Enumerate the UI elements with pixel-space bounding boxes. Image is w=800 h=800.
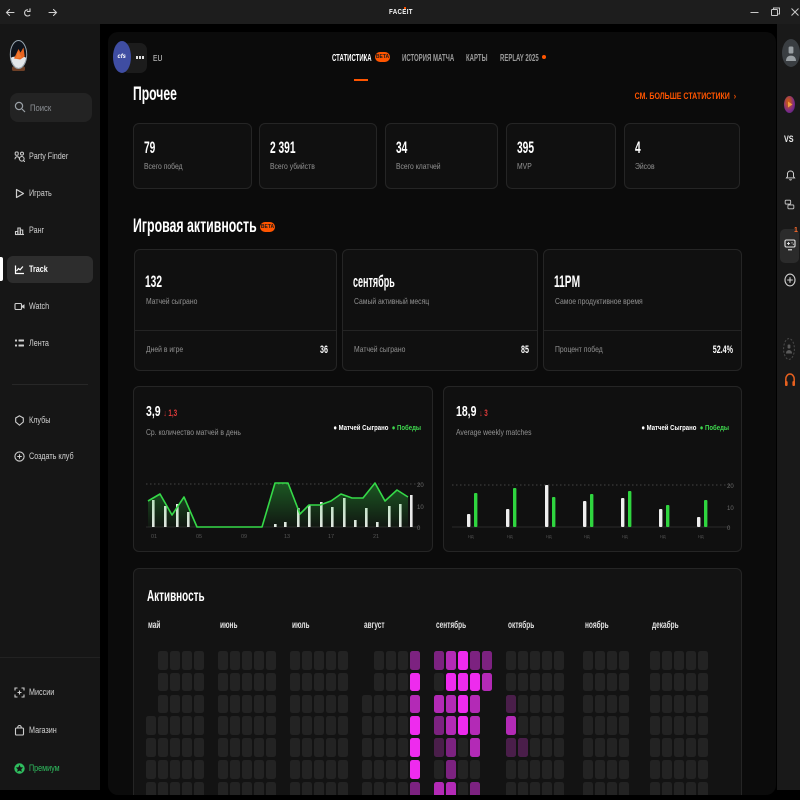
svg-text:13: 13 <box>284 534 290 540</box>
svg-text:0: 0 <box>417 526 421 532</box>
svg-text:нд: нд <box>698 534 704 540</box>
svg-text:нд: нд <box>584 534 590 540</box>
svg-text:05: 05 <box>196 534 202 540</box>
svg-text:20: 20 <box>417 483 424 489</box>
svg-text:нд: нд <box>468 534 474 540</box>
svg-text:0: 0 <box>727 526 731 532</box>
svg-text:нд: нд <box>660 534 666 540</box>
svg-text:01: 01 <box>151 534 157 540</box>
svg-text:21: 21 <box>373 534 379 540</box>
svg-text:20: 20 <box>727 484 734 490</box>
svg-text:17: 17 <box>328 534 334 540</box>
svg-text:нд: нд <box>622 534 628 540</box>
svg-text:10: 10 <box>727 506 734 512</box>
svg-text:09: 09 <box>241 534 247 540</box>
svg-text:нд: нд <box>546 534 552 540</box>
svg-text:10: 10 <box>417 505 424 511</box>
svg-text:нд: нд <box>507 534 513 540</box>
